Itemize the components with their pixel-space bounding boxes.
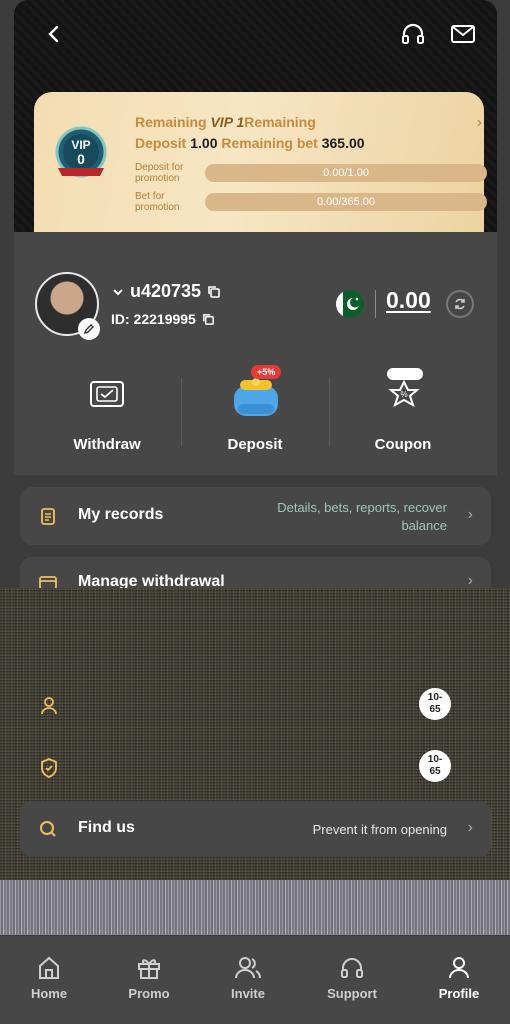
deposit-bonus-badge: +5%	[251, 365, 282, 379]
refresh-icon	[455, 298, 465, 310]
chevron-left-icon	[48, 25, 59, 43]
balance-divider	[375, 290, 376, 318]
user-icon[interactable]	[38, 695, 60, 717]
shield-icon[interactable]	[38, 757, 60, 779]
find-us-title: Find us	[78, 819, 135, 836]
my-records-description: Details, bets, reports, recover balance	[277, 499, 447, 535]
nav-home[interactable]: Home	[9, 954, 89, 1001]
vip-requirements-line: Deposit 1.00 Remaining bet 365.00	[135, 135, 365, 151]
user-id: ID: 22219995	[111, 311, 196, 327]
pakistan-flag-icon	[336, 290, 364, 318]
records-desc-line2: balance	[401, 518, 447, 533]
my-records-row[interactable]: My records Details, bets, reports, recov…	[20, 487, 491, 545]
vip-bet-value: 365.00	[321, 135, 365, 151]
headset-icon	[402, 23, 424, 44]
nav-promo[interactable]: Promo	[109, 954, 189, 1001]
wallet-card-icon	[90, 381, 124, 407]
vip-level: VIP 1	[210, 114, 245, 130]
nav-invite-label: Invite	[231, 986, 265, 1001]
chevron-down-icon[interactable]	[112, 287, 124, 297]
chip-line: 10-	[427, 754, 443, 765]
headset-icon	[341, 958, 363, 978]
support-headset-button[interactable]	[395, 16, 431, 52]
mail-icon	[451, 25, 475, 43]
chip-line: 65	[429, 704, 441, 715]
coupon-badge-icon: %	[387, 368, 423, 408]
age-chip: 10- 65	[419, 750, 451, 782]
username-row: u420735	[112, 281, 221, 302]
copy-icon[interactable]	[207, 285, 221, 299]
copy-icon[interactable]	[202, 313, 215, 326]
deposit-button[interactable]: Deposit	[180, 364, 330, 464]
deposit-promo-progress: 0.00/1.00	[205, 164, 487, 182]
age-chip: 10- 65	[419, 688, 451, 720]
pencil-icon	[83, 324, 94, 335]
chevron-right-icon[interactable]: ›	[477, 114, 482, 132]
my-records-title: My records	[78, 506, 164, 523]
coupon-button[interactable]: % Coupon	[328, 364, 478, 464]
coupon-label: Coupon	[374, 436, 432, 453]
deposit-promo-label: Deposit for promotion	[135, 162, 184, 184]
chip-line: 65	[429, 766, 441, 777]
glitch-overlay	[0, 880, 510, 935]
back-button[interactable]	[36, 16, 72, 52]
vip-badge-level: 0	[77, 151, 85, 167]
mail-button[interactable]	[445, 16, 481, 52]
deposit-label: Deposit	[227, 436, 283, 453]
vip-deposit-label: Deposit	[135, 135, 187, 151]
search-icon	[40, 821, 56, 837]
svg-text:%: %	[400, 390, 407, 399]
chevron-right-icon: ›	[467, 506, 473, 523]
find-us-description: Prevent it from opening	[312, 822, 447, 837]
nav-profile[interactable]: Profile	[419, 954, 499, 1001]
home-icon	[39, 956, 59, 979]
edit-avatar-button[interactable]	[78, 318, 100, 340]
vip-badge-text: VIP	[71, 138, 90, 152]
profile-panel: u420735 ID: 22219995 0.00 Withdraw Depos…	[14, 232, 497, 475]
coin-purse-icon	[234, 378, 278, 416]
bet-promo-progress: 0.00/365.00	[205, 193, 487, 211]
chevron-right-icon: ›	[467, 819, 473, 836]
bet-promo-label: Bet for promotion	[135, 191, 180, 213]
withdraw-label: Withdraw	[73, 436, 141, 453]
refresh-balance-button[interactable]	[446, 290, 474, 318]
vip-remaining-suffix: Remaining	[244, 114, 316, 130]
bottom-nav: Home Promo Invite Support Profile	[0, 936, 510, 1024]
balance-amount: 0.00	[386, 287, 431, 313]
withdraw-button[interactable]: Withdraw	[32, 364, 182, 464]
users-icon	[235, 957, 262, 979]
nav-support-label: Support	[327, 986, 377, 1001]
nav-home-label: Home	[30, 986, 68, 1001]
vip-badge-icon: VIP 0	[50, 124, 112, 186]
records-desc-line1: Details, bets, reports, recover	[277, 500, 447, 515]
find-us-row[interactable]: Find us Prevent it from opening ›	[20, 801, 491, 857]
user-id-row: ID: 22219995	[111, 311, 215, 327]
vip-remaining-prefix: Remaining	[135, 114, 207, 130]
user-icon	[449, 957, 469, 979]
clipboard-icon	[41, 508, 55, 525]
gift-icon	[138, 959, 160, 979]
nav-promo-label: Promo	[128, 986, 170, 1001]
username: u420735	[130, 281, 202, 301]
nav-profile-label: Profile	[438, 986, 480, 1001]
vip-bet-label: Remaining bet	[221, 135, 318, 151]
vip-progress-card[interactable]: VIP 0 Remaining VIP 1Remaining Deposit 1…	[34, 92, 487, 232]
nav-support[interactable]: Support	[312, 954, 392, 1001]
vip-deposit-value: 1.00	[190, 135, 218, 151]
nav-invite[interactable]: Invite	[208, 954, 288, 1001]
chip-line: 10-	[427, 692, 443, 703]
vip-remaining-line: Remaining VIP 1Remaining	[135, 114, 316, 130]
